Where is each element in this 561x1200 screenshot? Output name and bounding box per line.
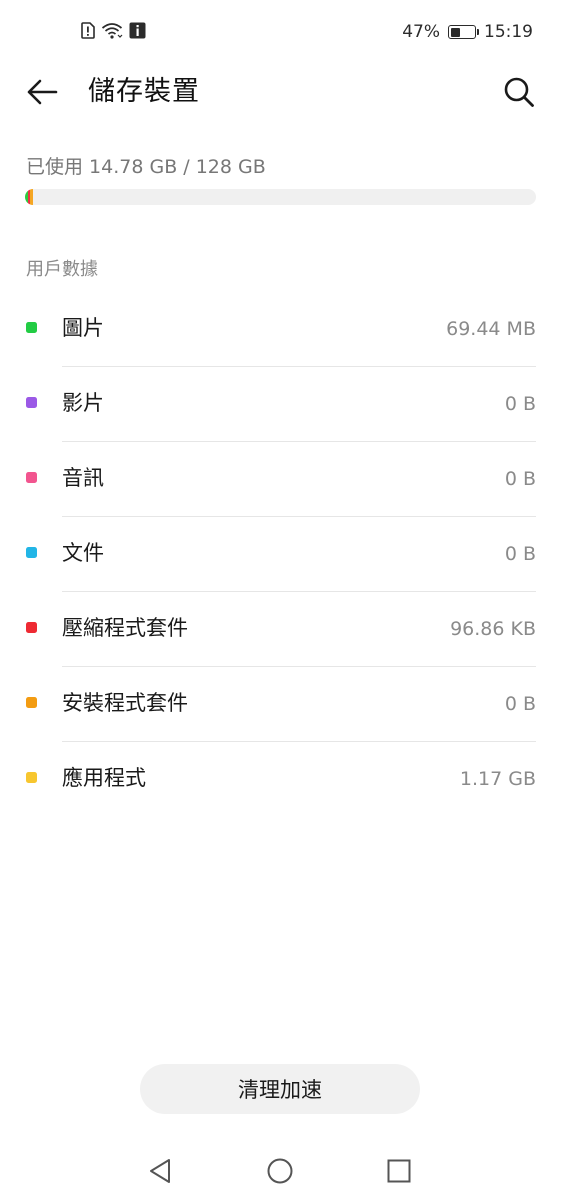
category-color-dot bbox=[26, 547, 37, 558]
storage-used-label: 已使用 14.78 GB / 128 GB bbox=[26, 156, 266, 178]
info-icon bbox=[129, 22, 146, 39]
category-row[interactable]: 音訊 0 B bbox=[0, 442, 561, 517]
battery-icon bbox=[448, 25, 479, 39]
arrow-left-icon bbox=[27, 79, 58, 105]
status-left-icons bbox=[80, 22, 146, 39]
clean-up-button[interactable]: 清理加速 bbox=[140, 1064, 420, 1114]
category-size: 69.44 MB bbox=[446, 318, 536, 340]
triangle-back-icon bbox=[150, 1159, 170, 1183]
category-color-dot bbox=[26, 622, 37, 633]
category-size: 0 B bbox=[504, 693, 536, 715]
clock: 15:19 bbox=[484, 22, 533, 42]
category-list: 圖片 69.44 MB 影片 0 B 音訊 0 B 文件 0 B 壓縮程式套件 96.86 KB 安… bbox=[0, 292, 561, 817]
category-size: 0 B bbox=[504, 393, 536, 415]
sim-alert-icon bbox=[80, 22, 95, 39]
battery-percent: 47% bbox=[402, 22, 440, 42]
category-color-dot bbox=[26, 322, 37, 333]
battery-level bbox=[450, 27, 460, 37]
category-size: 0 B bbox=[504, 543, 536, 565]
category-row[interactable]: 壓縮程式套件 96.86 KB bbox=[0, 592, 561, 667]
storage-usage-bar bbox=[25, 189, 536, 205]
nav-recents-button[interactable] bbox=[382, 1154, 416, 1188]
category-row[interactable]: 文件 0 B bbox=[0, 517, 561, 592]
circle-home-icon bbox=[267, 1158, 293, 1184]
category-color-dot bbox=[26, 397, 37, 408]
navigation-bar bbox=[0, 1140, 561, 1200]
usage-segment bbox=[30, 189, 34, 205]
nav-home-button[interactable] bbox=[263, 1154, 297, 1188]
search-icon bbox=[504, 77, 534, 107]
category-row[interactable]: 影片 0 B bbox=[0, 367, 561, 442]
app-bar: 儲存裝置 bbox=[0, 64, 561, 120]
category-label: 圖片 bbox=[62, 316, 104, 340]
status-right: 47% 15:19 bbox=[402, 22, 533, 42]
category-label: 文件 bbox=[62, 541, 104, 565]
category-color-dot bbox=[26, 472, 37, 483]
wifi-icon bbox=[101, 22, 123, 39]
search-button[interactable] bbox=[499, 72, 539, 112]
category-label: 安裝程式套件 bbox=[62, 691, 188, 715]
back-button[interactable] bbox=[22, 74, 62, 110]
category-row[interactable]: 應用程式 1.17 GB bbox=[0, 742, 561, 817]
category-size: 0 B bbox=[504, 468, 536, 490]
page-title: 儲存裝置 bbox=[88, 76, 200, 107]
category-row[interactable]: 安裝程式套件 0 B bbox=[0, 667, 561, 742]
category-label: 壓縮程式套件 bbox=[62, 616, 188, 640]
nav-back-button[interactable] bbox=[143, 1154, 177, 1188]
category-label: 影片 bbox=[62, 391, 104, 415]
category-color-dot bbox=[26, 772, 37, 783]
category-row[interactable]: 圖片 69.44 MB bbox=[0, 292, 561, 367]
section-header-user-data: 用戶數據 bbox=[26, 259, 98, 280]
category-size: 96.86 KB bbox=[450, 618, 536, 640]
category-label: 音訊 bbox=[62, 466, 104, 490]
square-recents-icon bbox=[387, 1159, 411, 1183]
status-bar: 47% 15:19 bbox=[0, 0, 561, 64]
category-label: 應用程式 bbox=[62, 766, 146, 790]
category-size: 1.17 GB bbox=[459, 768, 536, 790]
category-color-dot bbox=[26, 697, 37, 708]
